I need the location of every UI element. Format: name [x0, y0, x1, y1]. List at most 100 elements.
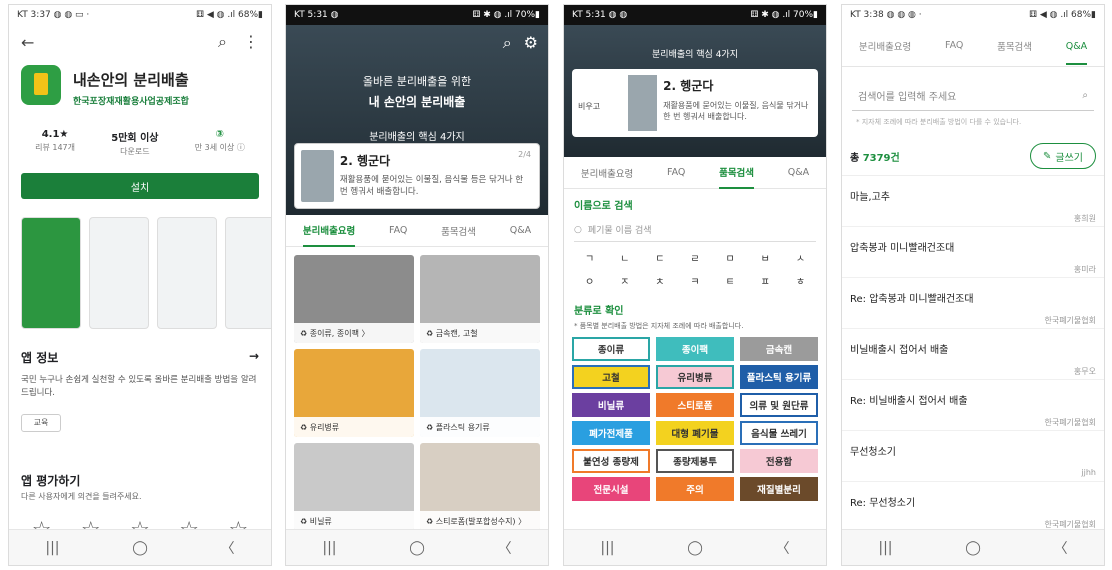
- qa-search-input[interactable]: 검색어를 입력해 주세요 ⌕: [852, 81, 1094, 111]
- tile-vinyl[interactable]: ♻ 비닐류: [294, 443, 414, 531]
- list-item[interactable]: Re: 무선청소기 한국폐기물협회: [842, 482, 1104, 533]
- category-chip[interactable]: 교육: [21, 413, 61, 432]
- tab-guide[interactable]: 분리배출요령: [859, 39, 911, 53]
- list-item[interactable]: 압축봉과 미니빨래건조대 홍미라: [842, 227, 1104, 278]
- category-button[interactable]: 종이류: [572, 337, 650, 361]
- screenshot-thumb[interactable]: [21, 217, 81, 329]
- category-button[interactable]: 종량제봉투: [656, 449, 734, 473]
- consonant-key[interactable]: ㄷ: [642, 250, 677, 265]
- home-icon[interactable]: ◯: [132, 540, 148, 556]
- status-bar: KT 5:31 ◍ ⚅ ✱ ◍ .ıl 70%▮: [286, 5, 548, 25]
- consonant-key[interactable]: ㅌ: [713, 273, 748, 288]
- back-icon[interactable]: 〈: [776, 538, 790, 558]
- category-title: 분류로 확인: [574, 306, 624, 317]
- screenshot-thumb[interactable]: [225, 217, 271, 329]
- tip-card[interactable]: 2. 헹군다 재활용품에 묻어있는 이물질, 음식물 등은 닦거나 한 번 헹궈…: [294, 143, 540, 209]
- about-description: 국민 누구나 손쉽게 실천할 수 있도록 올바른 분리배출 방법을 알려드립니다…: [21, 375, 257, 398]
- consonant-key[interactable]: ㅊ: [642, 273, 677, 288]
- tab-search[interactable]: 품목검색: [719, 156, 755, 189]
- category-button[interactable]: 음식물 쓰레기: [740, 421, 818, 445]
- category-button[interactable]: 스티로폼: [656, 393, 734, 417]
- consonant-key[interactable]: ㅁ: [713, 250, 748, 265]
- category-button[interactable]: 금속캔: [740, 337, 818, 361]
- write-button[interactable]: ✎ 글쓰기: [1030, 143, 1096, 169]
- system-nav-bar: ||| ◯ 〈: [286, 529, 548, 565]
- item-search-input[interactable]: ○ 폐기물 이름 검색: [574, 218, 816, 242]
- more-vert-icon[interactable]: ⋮: [243, 32, 259, 52]
- recent-apps-icon[interactable]: |||: [878, 540, 892, 556]
- tab-faq[interactable]: FAQ: [389, 225, 407, 236]
- consonant-key[interactable]: ㅍ: [748, 273, 783, 288]
- tile-plastic[interactable]: ♻ 플라스틱 용기류: [420, 349, 540, 437]
- consonant-index: ㄱ ㄴ ㄷ ㄹ ㅁ ㅂ ㅅ ㅇ ㅈ ㅊ ㅋ ㅌ ㅍ ㅎ: [564, 244, 826, 294]
- main-tabs: 분리배출요령 FAQ 품목검색 Q&A: [842, 25, 1104, 67]
- category-button[interactable]: 의류 및 원단류: [740, 393, 818, 417]
- back-icon[interactable]: 〈: [221, 538, 235, 558]
- category-button[interactable]: 비닐류: [572, 393, 650, 417]
- tab-qa[interactable]: Q&A: [788, 167, 809, 178]
- consonant-key[interactable]: ㅎ: [783, 273, 818, 288]
- tab-guide[interactable]: 분리배출요령: [302, 214, 356, 247]
- category-button[interactable]: 종이팩: [656, 337, 734, 361]
- category-button[interactable]: 플라스틱 용기류: [740, 365, 818, 389]
- tip-card[interactable]: 비우고 2. 헹군다 재활용품에 묻어있는 이물질, 음식물 닦거나 한 번 헹…: [572, 69, 818, 137]
- back-arrow-icon[interactable]: ←: [21, 33, 34, 52]
- home-icon[interactable]: ◯: [965, 540, 981, 556]
- consonant-key[interactable]: ㅇ: [572, 273, 607, 288]
- tab-faq[interactable]: FAQ: [667, 167, 685, 178]
- list-item[interactable]: Re: 압축봉과 미니빨래건조대 한국폐기물협회: [842, 278, 1104, 329]
- category-button[interactable]: 전문시설: [572, 477, 650, 501]
- main-tabs: 분리배출요령 FAQ 품목검색 Q&A: [564, 157, 826, 189]
- tab-qa[interactable]: Q&A: [1065, 27, 1088, 65]
- search-icon[interactable]: ⌕: [503, 33, 512, 53]
- tab-search[interactable]: 품목검색: [997, 39, 1032, 53]
- category-button[interactable]: 전용함: [740, 449, 818, 473]
- consonant-key[interactable]: ㄴ: [607, 250, 642, 265]
- search-hint: * 지자체 조례에 따라 분리배출 방법이 다를 수 있습니다.: [856, 118, 1022, 126]
- category-button[interactable]: 유리병류: [656, 365, 734, 389]
- stat-age[interactable]: ③만 3세 이상 ⓘ: [195, 129, 245, 157]
- install-button[interactable]: 설치: [21, 173, 259, 199]
- screenshot-thumb[interactable]: [157, 217, 217, 329]
- category-button[interactable]: 대형 폐기물: [656, 421, 734, 445]
- tile-glass[interactable]: ♻ 유리병류: [294, 349, 414, 437]
- consonant-key[interactable]: ㅋ: [677, 273, 712, 288]
- category-button[interactable]: 불연성 종량제: [572, 449, 650, 473]
- tile-metal[interactable]: ♻ 금속캔, 고철: [420, 255, 540, 343]
- tile-paper[interactable]: ♻ 종이류, 종이팩 〉: [294, 255, 414, 343]
- home-icon[interactable]: ◯: [687, 540, 703, 556]
- tab-search[interactable]: 품목검색: [441, 224, 476, 238]
- screenshot-carousel[interactable]: [9, 207, 271, 335]
- home-icon[interactable]: ◯: [409, 540, 425, 556]
- search-icon[interactable]: ⌕: [218, 32, 227, 52]
- consonant-key[interactable]: ㄹ: [677, 250, 712, 265]
- list-item[interactable]: 비닐배출시 접어서 배출 홍무오: [842, 329, 1104, 380]
- back-icon[interactable]: 〈: [1054, 538, 1068, 558]
- gear-icon[interactable]: ⚙: [524, 33, 538, 53]
- about-header[interactable]: 앱 정보 →: [9, 335, 271, 370]
- list-item[interactable]: Re: 비닐배출시 접어서 배출 한국폐기물협회: [842, 380, 1104, 431]
- consonant-key[interactable]: ㅅ: [783, 250, 818, 265]
- recent-apps-icon[interactable]: |||: [322, 540, 336, 556]
- category-button[interactable]: 주의: [656, 477, 734, 501]
- consonant-key[interactable]: ㅂ: [748, 250, 783, 265]
- tab-guide[interactable]: 분리배출요령: [581, 166, 633, 180]
- tab-faq[interactable]: FAQ: [945, 40, 963, 51]
- recent-apps-icon[interactable]: |||: [600, 540, 614, 556]
- tile-styrofoam[interactable]: ♻ 스티로폼(발포합성수지) 〉: [420, 443, 540, 531]
- status-bar: KT 3:37 ◍ ◍ ▭ · ⚅ ◀ ◍ .ıl 68%▮: [9, 5, 271, 25]
- category-button[interactable]: 폐가전제품: [572, 421, 650, 445]
- search-icon[interactable]: ⌕: [1082, 90, 1088, 101]
- stat-rating[interactable]: 4.1★ 리뷰 147개: [35, 129, 75, 157]
- list-item[interactable]: 무선청소기 jjhh: [842, 431, 1104, 482]
- category-button[interactable]: 고철: [572, 365, 650, 389]
- tab-qa[interactable]: Q&A: [510, 225, 531, 236]
- developer-link[interactable]: 한국포장재재활용사업공제조합: [73, 94, 189, 107]
- back-icon[interactable]: 〈: [498, 538, 512, 558]
- consonant-key[interactable]: ㄱ: [572, 250, 607, 265]
- screenshot-thumb[interactable]: [89, 217, 149, 329]
- recent-apps-icon[interactable]: |||: [45, 540, 59, 556]
- list-item[interactable]: 마늘,고추 홍희원: [842, 176, 1104, 227]
- category-button[interactable]: 재질별분리: [740, 477, 818, 501]
- consonant-key[interactable]: ㅈ: [607, 273, 642, 288]
